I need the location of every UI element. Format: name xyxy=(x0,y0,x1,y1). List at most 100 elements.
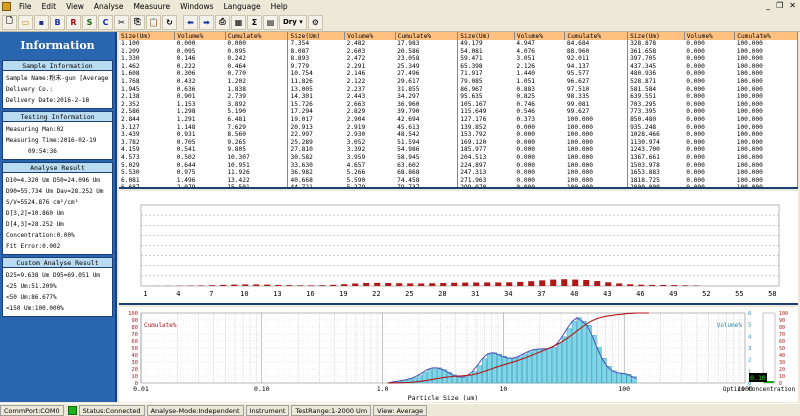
table-row[interactable]: 4.159 0.541 9.805 27.810 3.392 54.986 185.977 0… xyxy=(119,146,798,154)
table-row[interactable]: 6.687 2.079 15.501 44.721 5.279 79.737 299.070… xyxy=(119,184,798,189)
toolbar: 🗋 ▭ ▪ B R S C ✂ ⎘ 📋 ↻ ⬅ ➡ ⎙ ▦ Σ ▤ Dry ▾ … xyxy=(0,13,800,32)
table-cell: 2.291 xyxy=(346,62,366,70)
connection-led-icon xyxy=(67,405,77,415)
table-cell: 0.000 xyxy=(686,93,705,101)
c-button[interactable]: C xyxy=(98,14,113,30)
d43-value: D[4,3]=28.252 Um xyxy=(6,221,64,228)
table-row[interactable]: 1.462 0.222 0.464 9.779 2.291 25.349 65.398 2.1… xyxy=(119,62,798,71)
table-cell: 33.630 xyxy=(290,161,313,169)
table-cell: 10.754 xyxy=(290,70,313,78)
report-icon[interactable]: ▤ xyxy=(263,14,278,30)
copy-icon[interactable]: ⎘ xyxy=(130,14,145,30)
menu-view[interactable]: View xyxy=(61,2,89,11)
s-button[interactable]: S xyxy=(82,14,97,30)
table-row[interactable]: 1.768 0.432 1.202 11.826 2.122 29.617 79.085 1.… xyxy=(119,77,798,86)
table-row[interactable]: 3.127 1.148 7.629 20.913 2.919 45.613 139.852 0… xyxy=(119,123,798,132)
dry-dropdown[interactable]: Dry ▾ xyxy=(279,14,307,30)
table-cell: 1.298 xyxy=(176,108,196,116)
r-button[interactable]: R xyxy=(66,14,81,30)
prev-icon[interactable]: ⬅ xyxy=(183,14,198,30)
new-file-icon[interactable]: 🗋 xyxy=(2,14,17,30)
table-cell: 96.627 xyxy=(564,77,629,86)
table-row[interactable]: 3.439 0.931 8.560 22.997 2.930 48.542 153.792 0… xyxy=(119,131,798,139)
table-cell: 5.530 xyxy=(121,169,140,177)
bar-tick-label: 19 xyxy=(339,290,347,298)
sum-icon[interactable]: Σ xyxy=(247,14,262,30)
settings-icon[interactable]: ⚙ xyxy=(307,14,323,30)
table-cell: 0.095 xyxy=(176,47,196,55)
fit-error-value: Fit Error:0.002 xyxy=(6,243,61,250)
cut-icon[interactable]: ✂ xyxy=(114,14,129,30)
table-row[interactable]: 1.945 0.636 1.838 13.005 2.237 31.855 86.967 0.… xyxy=(119,85,798,94)
table-cell: 4.076 xyxy=(516,47,536,55)
table-cell: 23.058 xyxy=(395,55,459,63)
table-row[interactable]: 4.573 0.502 10.307 30.582 3.959 58.945 204.513… xyxy=(119,153,798,162)
d10-d50: D10=4.320 Um D50=24.096 Um xyxy=(6,177,100,184)
table-cell: 773.395 xyxy=(630,108,657,116)
bar-mark xyxy=(539,280,546,286)
next-icon[interactable]: ➡ xyxy=(199,14,214,30)
minimize-icon[interactable]: _ xyxy=(766,1,770,10)
open-folder-icon[interactable]: ▭ xyxy=(18,14,33,30)
bar-mark xyxy=(198,285,205,286)
table-cell: 0.975 xyxy=(176,169,196,177)
table-cell: 2.844 xyxy=(121,115,140,123)
table-row[interactable]: 2.352 1.153 3.892 15.726 2.663 36.960 105.167 0… xyxy=(119,100,798,109)
table-cell: 100.000 xyxy=(734,108,798,116)
table-cell: 4.573 xyxy=(121,153,140,161)
lt50-value: <50 Um:86.677% xyxy=(6,294,57,301)
table-row[interactable]: 1.608 0.306 0.770 10.754 2.146 27.496 71.917 1.… xyxy=(119,70,798,78)
concentration-tick-label: 10 xyxy=(779,374,785,380)
table-row[interactable]: 1.330 0.146 0.242 8.893 2.472 23.058 59.471 3.0… xyxy=(119,55,798,63)
grid-icon[interactable]: ▦ xyxy=(231,14,246,30)
table-row[interactable]: 1.100 0.000 0.000 7.354 2.482 17.983 49.179 4.9… xyxy=(119,40,798,48)
table-cell: 97.510 xyxy=(564,85,629,94)
bar-tick-label: 43 xyxy=(603,290,611,298)
close-icon[interactable]: ✕ xyxy=(789,1,796,10)
table-cell: 0.373 xyxy=(516,115,536,123)
cumulate-tick-label: 10 xyxy=(131,374,138,380)
table-row[interactable]: 3.782 0.705 9.265 25.289 3.052 51.594 169.120 0… xyxy=(119,138,798,147)
volume-tick-label: 6 xyxy=(748,311,751,317)
table-cell: 68.868 xyxy=(395,169,459,177)
table-row[interactable]: 2.844 1.291 6.481 19.017 2.904 42.694 127.176 0… xyxy=(119,115,798,124)
refresh-icon[interactable]: ↻ xyxy=(162,14,177,30)
table-cell: 100.000 xyxy=(734,93,798,101)
save-icon[interactable]: ▪ xyxy=(34,14,49,30)
menu-measure[interactable]: Measuure xyxy=(128,2,175,11)
menu-language[interactable]: Language xyxy=(219,2,266,11)
bar-tick-label: 31 xyxy=(471,290,479,298)
sample-info-header: Sample Information xyxy=(2,60,113,71)
menu-analyse[interactable]: Analyse xyxy=(89,2,129,11)
restore-icon[interactable]: ❐ xyxy=(776,1,783,10)
menu-file[interactable]: File xyxy=(14,2,37,11)
table-cell: 0.000 xyxy=(686,100,705,108)
table-row[interactable]: 2.586 1.298 5.190 17.294 2.829 39.790 115.649 0… xyxy=(119,108,798,116)
table-cell: 71.917 xyxy=(460,70,483,78)
table-cell: 1.148 xyxy=(176,123,196,131)
table-row[interactable]: 5.029 0.644 10.951 33.630 4.657 63.602 224.897… xyxy=(119,161,798,170)
table-row[interactable]: 5.530 0.975 11.926 36.982 5.266 68.868 247.313… xyxy=(119,169,798,177)
table-cell: 0.000 xyxy=(686,85,705,93)
table-row[interactable]: 6.081 1.496 13.422 40.668 5.590 74.458 271.963… xyxy=(119,176,798,185)
table-row[interactable]: 2.138 0.901 2.739 14.301 2.443 34.297 95.635 0.… xyxy=(119,93,798,101)
table-row[interactable]: 1.209 0.095 0.095 8.087 2.603 20.586 54.081 4.0… xyxy=(119,47,798,56)
dist-tick-label: 10 xyxy=(499,385,507,393)
table-cell: 0.546 xyxy=(516,108,536,116)
table-cell: 1.838 xyxy=(225,85,289,94)
menu-help[interactable]: Help xyxy=(266,2,293,11)
b-button[interactable]: B xyxy=(50,14,65,30)
bar-tick-label: 22 xyxy=(372,290,380,298)
table-cell: 2.919 xyxy=(346,123,366,131)
table-cell: 100.000 xyxy=(734,131,798,139)
menu-windows[interactable]: Windows xyxy=(175,2,218,11)
table-cell: 1653.883 xyxy=(630,169,660,177)
paste-icon[interactable]: 📋 xyxy=(146,14,161,30)
print-icon[interactable]: ⎙ xyxy=(215,14,230,30)
bar-mark xyxy=(352,283,359,286)
volume-bar xyxy=(536,348,542,384)
table-cell: 115.649 xyxy=(460,108,487,116)
distribution-chart-panel: 0 10 20 30 40 50 60 70 80 90 100 0 1 2 3 4 5 6 0.01 0.10 1.0… xyxy=(119,307,798,402)
menu-edit[interactable]: Edit xyxy=(37,2,62,11)
table-cell: 6.687 xyxy=(121,184,140,189)
